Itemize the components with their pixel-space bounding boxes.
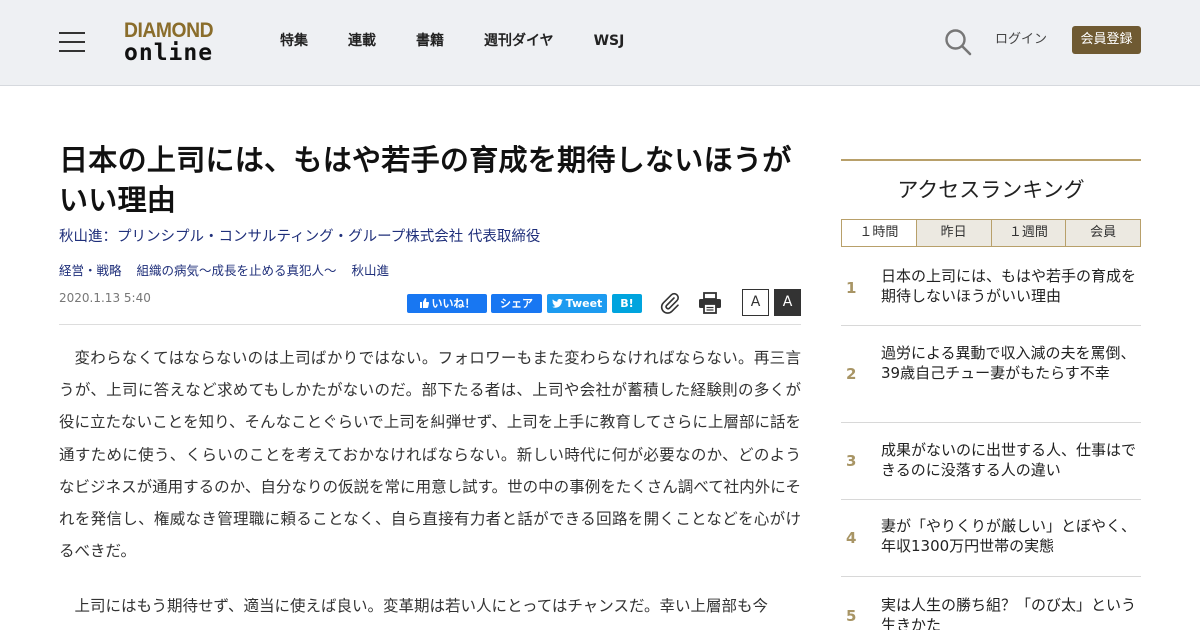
- ranking-tabs: １時間 昨日 １週間 会員: [841, 219, 1141, 247]
- rank-number: 5: [846, 607, 857, 625]
- ranking-title: アクセスランキング: [897, 178, 1085, 202]
- ranking-item[interactable]: 5 実は人生の勝ち組？「のび太」という生きかた: [841, 577, 1141, 630]
- article-divider: [59, 324, 801, 325]
- tag-author[interactable]: 秋山進: [352, 263, 390, 278]
- article-paragraph: 上司にはもう期待せず、適当に使えば良い。変革期は若い人にとってはチャンスだ。幸い…: [74, 597, 768, 615]
- ranking-item[interactable]: 1 日本の上司には、もはや若手の育成を期待しないほうがいい理由: [841, 258, 1141, 326]
- hatena-bookmark-button[interactable]: B!: [612, 294, 642, 313]
- rank-headline: 成果がないのに出世する人、仕事はできるのに没落する人の違い: [881, 441, 1137, 479]
- facebook-share-button[interactable]: シェア: [491, 294, 542, 313]
- sidebar-divider: [841, 159, 1141, 161]
- nav-item-tokushu[interactable]: 特集: [280, 30, 308, 52]
- facebook-like-button[interactable]: いいね！: [407, 294, 487, 313]
- author-byline[interactable]: 秋山進：プリンシプル・コンサルティング・グループ株式会社 代表取締役: [59, 227, 540, 247]
- logo-top-text: DIAMOND: [124, 19, 214, 42]
- twitter-bird-icon: [551, 298, 563, 308]
- site-header: DIAMOND online 特集 連載 書籍 週刊ダイヤ WSJ ログイン 会…: [0, 0, 1200, 86]
- font-size-large-button[interactable]: A: [774, 289, 801, 316]
- tab-yesterday[interactable]: 昨日: [915, 220, 991, 246]
- rank-headline: 妻が「やりくりが厳しい」とぼやく、年収1300万円世帯の実態: [881, 517, 1137, 555]
- rank-number: 1: [846, 279, 857, 297]
- paperclip-icon[interactable]: [659, 292, 681, 314]
- tweet-label: Tweet: [565, 297, 603, 310]
- tab-members[interactable]: 会員: [1065, 220, 1140, 246]
- nav-item-wsj[interactable]: WSJ: [594, 30, 625, 52]
- rank-number: 2: [846, 365, 857, 383]
- ranking-item[interactable]: 4 妻が「やりくりが厳しい」とぼやく、年収1300万円世帯の実態: [841, 500, 1141, 577]
- nav-item-weekly-diamond[interactable]: 週刊ダイヤ: [484, 30, 554, 52]
- font-size-small-button[interactable]: A: [742, 289, 769, 316]
- article-title: 日本の上司には、もはや若手の育成を期待しないほうがいい理由: [59, 143, 792, 217]
- tweet-button[interactable]: Tweet: [547, 294, 607, 313]
- nav-item-rensai[interactable]: 連載: [348, 30, 376, 52]
- rank-number: 4: [846, 529, 857, 547]
- ranking-item[interactable]: 2 過労による異動で収入減の夫を罵倒、39歳自己チュー妻がもたらす不幸: [841, 326, 1141, 423]
- main-nav: 特集 連載 書籍 週刊ダイヤ WSJ: [280, 30, 664, 52]
- printer-icon[interactable]: [698, 292, 722, 314]
- login-link[interactable]: ログイン: [995, 31, 1047, 49]
- thumbs-up-icon: [419, 298, 429, 308]
- rank-headline: 実は人生の勝ち組？「のび太」という生きかた: [881, 596, 1137, 630]
- tag-series[interactable]: 組織の病気～成長を止める真犯人～: [137, 263, 337, 278]
- nav-item-shoseki[interactable]: 書籍: [416, 30, 444, 52]
- rank-headline: 過労による異動で収入減の夫を罵倒、39歳自己チュー妻がもたらす不幸: [881, 344, 1136, 382]
- tab-1week[interactable]: １週間: [990, 220, 1066, 246]
- tag-category[interactable]: 経営・戦略: [59, 263, 122, 278]
- hamburger-menu-icon[interactable]: [59, 32, 85, 52]
- site-logo[interactable]: DIAMOND online: [124, 20, 228, 66]
- publish-date: 2020.1.13 5:40: [59, 291, 151, 305]
- logo-bottom-text: online: [124, 40, 214, 66]
- rank-number: 3: [846, 452, 857, 470]
- register-button[interactable]: 会員登録: [1072, 26, 1141, 54]
- ranking-item[interactable]: 3 成果がないのに出世する人、仕事はできるのに没落する人の違い: [841, 423, 1141, 500]
- rank-headline: 日本の上司には、もはや若手の育成を期待しないほうがいい理由: [881, 267, 1137, 305]
- article-paragraph: 変わらなくてはならないのは上司ばかりではない。フォロワーもまた変わらなければなら…: [59, 349, 801, 561]
- article-tags: 経営・戦略 組織の病気～成長を止める真犯人～ 秋山進: [59, 262, 400, 280]
- search-icon[interactable]: [944, 28, 972, 56]
- tab-1hour[interactable]: １時間: [842, 220, 916, 246]
- like-label: いいね！: [431, 297, 476, 310]
